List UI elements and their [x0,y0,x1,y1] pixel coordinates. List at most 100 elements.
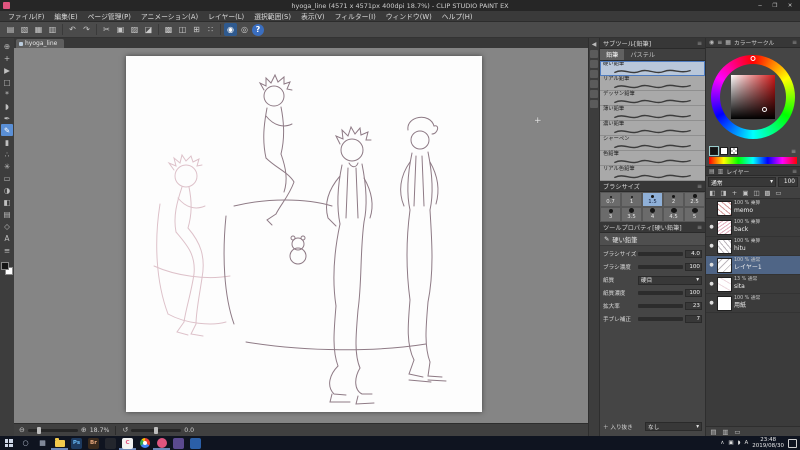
new-file-icon[interactable]: ▤ [4,23,17,36]
rotation-slider[interactable] [131,426,182,434]
zoom-slider[interactable] [27,426,78,434]
merge-down-icon[interactable]: ◨ [719,189,728,197]
layer-mask-icon[interactable]: ◫ [752,189,761,197]
brush-item[interactable]: シャーペン [600,136,705,151]
layer-row[interactable]: 100 % 乗算 memo [706,199,800,218]
color-slider-tab-icon[interactable]: ≡ [717,39,722,46]
color-wheel[interactable] [706,48,800,145]
menu-window[interactable]: ウィンドウ(W) [381,11,437,21]
color-spectrum-bar[interactable] [709,157,797,164]
scale-value[interactable]: 23 [685,302,702,310]
layer-row[interactable]: ● 13 % 通常 sita [706,275,800,294]
brush-size-preset[interactable]: 0.7 [600,192,621,207]
palette-dock-icon[interactable] [590,90,598,98]
layer-thumbnail[interactable] [717,219,732,235]
taskbar-app-chrome[interactable] [136,436,153,450]
layer-name[interactable]: memo [734,207,760,215]
layer-row[interactable]: ● 100 % 乗算 hitu [706,237,800,256]
taskbar-app-photoshop[interactable]: Ps [68,436,85,450]
color-wheel-tab-icon[interactable]: ◉ [709,39,714,46]
main-sub-color-swatches[interactable] [1,262,13,275]
pen-tool-icon[interactable]: ✒ [1,112,13,124]
taskbar-app-clip-studio[interactable]: C [119,436,136,450]
start-button[interactable] [0,436,17,450]
brush-size-value[interactable]: 4.0 [685,250,702,258]
hue-ring[interactable] [711,54,795,139]
grid-toggle-icon[interactable]: ▩ [162,23,175,36]
new-folder-icon[interactable]: ▣ [741,189,750,197]
panel-menu-icon[interactable]: ≡ [697,224,702,231]
cut-icon[interactable]: ✂ [100,23,113,36]
texture-density-value[interactable]: 100 [685,289,702,297]
tray-expand-icon[interactable]: ∧ [720,440,724,446]
brush-item[interactable]: 薄い鉛筆 [600,106,705,121]
rotate-icon[interactable]: ↺ [122,426,128,434]
menu-file[interactable]: ファイル(F) [3,11,49,21]
gradient-tool-icon[interactable]: ▤ [1,208,13,220]
layer-thumbnail[interactable] [717,295,732,311]
brush-density-value[interactable]: 100 [685,263,702,271]
brush-size-preset[interactable]: 4 [642,207,663,222]
minimize-icon[interactable]: ─ [753,1,767,10]
layer-thumbnail[interactable] [717,257,732,273]
scale-slider[interactable] [638,304,683,308]
figure-tool-icon[interactable]: ◇ [1,220,13,232]
ruler-tool-icon[interactable]: ≡ [1,244,13,256]
in-out-dropdown[interactable]: なし ▾ [645,422,702,431]
layer-name[interactable]: レイヤー1 [734,264,762,272]
selection-tool-icon[interactable]: □ [1,76,13,88]
menu-page[interactable]: ページ管理(P) [83,11,136,21]
brush-size-preset[interactable]: 5 [684,207,705,222]
layer-visibility-icon[interactable]: ● [708,243,715,249]
snap-special-icon[interactable]: ∷ [204,23,217,36]
subtool-tab-pastel[interactable]: パステル [624,49,661,60]
layer-visibility-icon[interactable]: ● [708,262,715,268]
layer-visibility-icon[interactable]: ● [708,281,715,287]
saturation-value-square[interactable] [731,74,775,119]
close-icon[interactable]: ✕ [783,1,797,10]
drawing-canvas[interactable] [126,56,482,412]
layer-visibility-icon[interactable]: ● [708,300,715,306]
palette-dock-icon[interactable] [590,70,598,78]
panel-menu-icon[interactable]: ≡ [697,40,702,47]
layer-footer-icon[interactable]: ▤ [709,428,718,436]
panel-menu-icon[interactable]: ≡ [697,183,702,190]
stabilization-value[interactable]: 7 [685,315,702,323]
notification-center-icon[interactable] [788,438,797,448]
texture-density-slider[interactable] [638,291,683,295]
ime-indicator[interactable]: A [745,440,749,446]
taskbar-app-purple[interactable] [170,436,187,450]
layer-opacity-field[interactable]: 100 [778,177,798,187]
task-view-icon[interactable]: ▦ [34,436,51,450]
panel-menu-icon[interactable]: ≡ [792,168,797,175]
transparent-color-swatch[interactable] [730,147,738,155]
taskbar-app-blue[interactable] [187,436,204,450]
menu-selection[interactable]: 選択範囲(S) [249,11,296,21]
document-tab[interactable]: hyoga_line [16,39,65,48]
menu-help[interactable]: ヘルプ(H) [437,11,478,21]
auto-select-tool-icon[interactable]: * [1,88,13,100]
brush-size-preset[interactable]: 3.5 [621,207,642,222]
active-toggle-icon[interactable]: ◉ [224,23,237,36]
color-options-icon[interactable]: ≡ [791,148,796,155]
collapse-dock-icon[interactable]: ◀ [592,41,597,48]
fill-tool-icon[interactable]: ◧ [1,196,13,208]
color-set-tab-icon[interactable]: ▦ [725,39,731,46]
layer-footer-icon[interactable]: ▥ [721,428,730,436]
menu-edit[interactable]: 編集(E) [49,11,82,21]
brush-size-preset[interactable]: 4.5 [663,207,684,222]
brush-item[interactable]: 硬い鉛筆 [600,61,705,76]
layer-name[interactable]: back [734,226,760,234]
delete-layer-icon[interactable]: ▭ [774,189,783,197]
layer-visibility-icon[interactable]: ● [708,224,715,230]
menu-filter[interactable]: フィルター(I) [330,11,381,21]
brush-item[interactable]: 色鉛筆 [600,151,705,166]
snap-grid-icon[interactable]: ⊞ [190,23,203,36]
layer-thumbnail[interactable] [717,238,732,254]
zoom-out-icon[interactable]: ⊖ [19,426,25,434]
brush-size-preset[interactable]: 1.5 [642,192,663,207]
pencil-tool-icon[interactable]: ✎ [1,124,13,136]
zoom-tool-icon[interactable]: ⊕ [1,40,13,52]
redo-icon[interactable]: ↷ [80,23,93,36]
brush-size-slider[interactable] [638,252,683,256]
